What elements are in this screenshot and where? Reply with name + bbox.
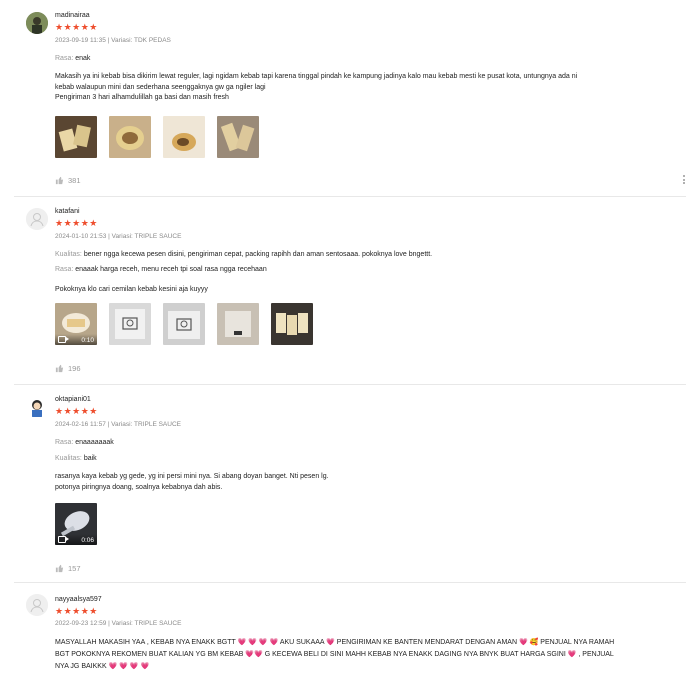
review-photo[interactable]	[55, 116, 97, 158]
kebab-photo-icon	[109, 116, 151, 158]
video-camera-icon	[58, 336, 69, 343]
thumbs-up-icon	[55, 364, 64, 373]
field-label: Kualitas:	[55, 251, 82, 258]
field-label: Rasa:	[55, 266, 74, 273]
package-photo-icon	[217, 303, 259, 345]
field-label: Rasa:	[55, 55, 74, 62]
field-label: Rasa:	[55, 439, 74, 446]
review-item: madinairaa ★★★★★ 2023-09-19 11:35 | Vari…	[14, 0, 686, 196]
review-video[interactable]: 0:06	[55, 503, 97, 545]
review-text: Makasih ya ini kebab bisa dikirim lewat …	[55, 73, 578, 101]
review-photo[interactable]	[109, 116, 151, 158]
review-meta: 2022-09-23 12:59 | Variasi: TRIPLE SAUCE	[55, 620, 182, 627]
field-value: enaaak harga receh, menu receh tpi soal …	[75, 266, 267, 273]
default-avatar-icon	[26, 594, 48, 616]
field-value: enaaaaaaak	[75, 439, 114, 446]
review-item: nayyaalsya597 ★★★★★ 2022-09-23 12:59 | V…	[14, 582, 686, 676]
review-text: rasanya kaya kebab yg gede, yg ini persi…	[55, 473, 329, 491]
user-avatar[interactable]	[26, 396, 48, 418]
review-item: oktapiani01 ★★★★★ 2024-02-16 11:57 | Var…	[14, 384, 686, 582]
like-button[interactable]: 196	[55, 364, 81, 373]
like-count: 157	[68, 564, 81, 573]
rating-stars: ★★★★★	[55, 406, 98, 416]
review-video[interactable]: 0:10	[55, 303, 97, 345]
user-avatar[interactable]	[26, 208, 48, 230]
username[interactable]: nayyaalsya597	[55, 596, 102, 603]
field-value: enak	[75, 55, 91, 62]
rating-stars: ★★★★★	[55, 218, 98, 228]
review-meta: 2024-02-16 11:57 | Variasi: TRIPLE SAUCE	[55, 421, 181, 428]
like-count: 196	[68, 364, 81, 373]
like-button[interactable]: 381	[55, 176, 81, 185]
field-label: Kualitas:	[55, 455, 82, 462]
kebab-photo-icon	[163, 116, 205, 158]
cartoon-avatar-icon	[26, 396, 48, 418]
user-avatar[interactable]	[26, 594, 48, 616]
avatar-photo-icon	[26, 12, 48, 34]
review-photo[interactable]	[163, 303, 205, 345]
kebab-photo-icon	[55, 116, 97, 158]
user-avatar[interactable]	[26, 12, 48, 34]
media-list: 0:06	[55, 503, 97, 545]
thumbs-up-icon	[55, 564, 64, 573]
rating-stars: ★★★★★	[55, 22, 98, 32]
review-photo[interactable]	[163, 116, 205, 158]
review-photo[interactable]	[217, 116, 259, 158]
review-text: MASYALLAH MAKASIH YAA , KEBAB NYA ENAKK …	[55, 639, 615, 670]
username[interactable]: katafani	[55, 208, 80, 215]
username[interactable]: madinairaa	[55, 12, 90, 19]
more-options-icon[interactable]	[683, 175, 686, 184]
rating-stars: ★★★★★	[55, 606, 98, 616]
thumbs-up-icon	[55, 176, 64, 185]
review-photo[interactable]	[217, 303, 259, 345]
review-meta: 2023-09-19 11:35 | Variasi: TDK PEDAS	[55, 37, 171, 44]
field-value: baik	[83, 455, 97, 462]
like-count: 381	[68, 176, 81, 185]
video-duration: 0:06	[81, 537, 94, 544]
default-avatar-icon	[26, 208, 48, 230]
kebab-photo-icon	[217, 116, 259, 158]
username[interactable]: oktapiani01	[55, 396, 91, 403]
review-photo[interactable]	[109, 303, 151, 345]
field-value: bener ngga kecewa pesen disini, pengirim…	[83, 251, 433, 258]
review-meta: 2024-01-10 21:53 | Variasi: TRIPLE SAUCE	[55, 233, 182, 240]
review-field: Kualitas: baik	[55, 455, 97, 462]
review-field: Rasa: enak	[55, 55, 90, 62]
like-button[interactable]: 157	[55, 564, 81, 573]
media-list: 0:10	[55, 303, 313, 345]
review-field: Rasa: enaaaaaaak	[55, 439, 114, 446]
package-photo-icon	[109, 303, 151, 345]
video-camera-icon	[58, 536, 69, 543]
kebab-photo-icon	[271, 303, 313, 345]
media-list	[55, 116, 259, 158]
review-field: Kualitas: bener ngga kecewa pesen disini…	[55, 251, 432, 258]
review-text: Pokoknya klo cari cemilan kebab kesini a…	[55, 286, 208, 293]
video-duration: 0:10	[81, 337, 94, 344]
package-photo-icon	[163, 303, 205, 345]
review-photo[interactable]	[271, 303, 313, 345]
review-field: Rasa: enaaak harga receh, menu receh tpi…	[55, 266, 267, 273]
review-item: katafani ★★★★★ 2024-01-10 21:53 | Varias…	[14, 196, 686, 384]
